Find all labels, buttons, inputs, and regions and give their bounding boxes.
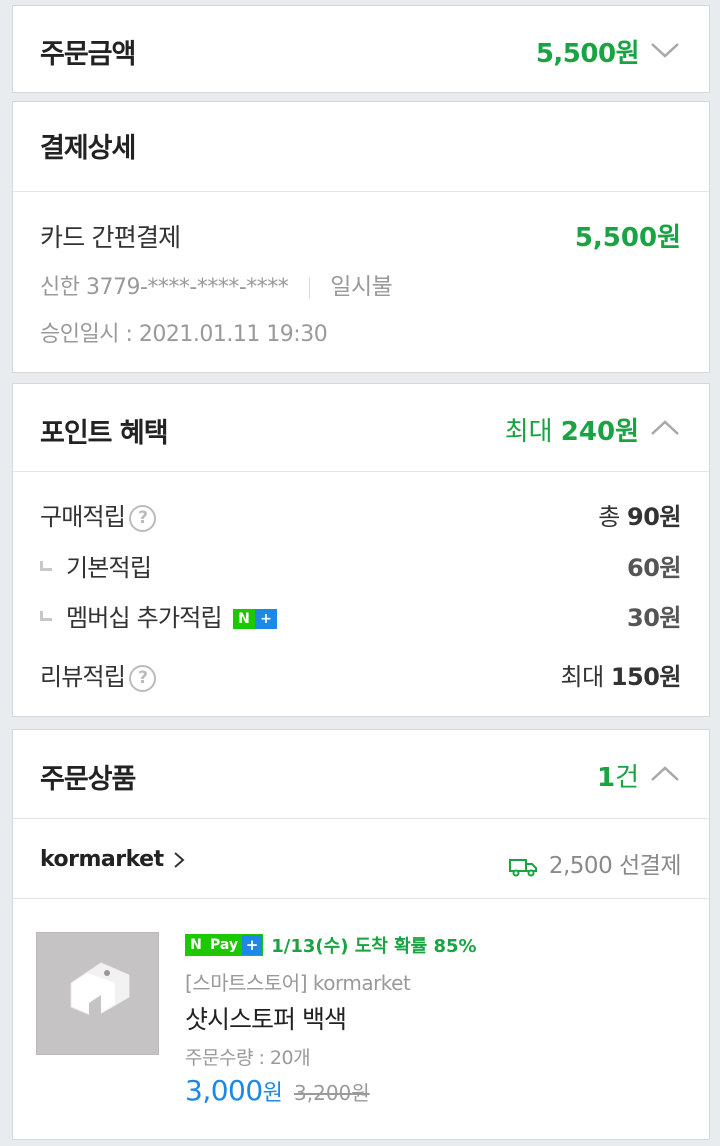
payment-amount: 5,500원 <box>574 223 681 253</box>
points-max-amount: 240원 <box>560 417 639 447</box>
npay-n: N <box>186 935 206 955</box>
membership-points-text: 멤버십 추가적립 <box>66 604 223 632</box>
help-icon[interactable]: ? <box>129 504 157 532</box>
product-price: 3,000원 3,200원 <box>185 1074 370 1107</box>
payment-detail-title: 결제상세 <box>40 133 136 164</box>
npay-plus: + <box>242 935 262 955</box>
card-info: 신한 3779-****-****-**** 일시불 <box>40 267 393 301</box>
shipping-text: 2,500 선결제 <box>548 853 682 879</box>
purchase-points-text: 구매적립 <box>40 503 126 531</box>
price-number: 3,000 <box>185 1074 263 1107</box>
review-points-label: 리뷰적립? <box>40 657 157 692</box>
basic-points-label: 기본적립 <box>40 548 152 583</box>
order-amount-value: 5,500원 <box>535 39 640 69</box>
payment-method: 카드 간편결제 <box>40 223 181 252</box>
product-quantity: 주문수량 : 20개 <box>185 1047 311 1069</box>
truck-icon <box>509 858 538 876</box>
store-link[interactable]: kormarket <box>40 847 185 872</box>
points-max: 최대 240원 <box>505 411 639 448</box>
separator <box>308 277 310 299</box>
purchase-points-amount: 90원 <box>627 503 681 531</box>
product-name[interactable]: 샷시스토퍼 백색 <box>185 1000 347 1036</box>
purchase-points-value: 총 90원 <box>598 497 681 532</box>
help-icon[interactable]: ? <box>129 664 157 692</box>
order-amount-card[interactable]: 주문금액 5,500원 <box>12 5 710 93</box>
order-products-count-unit: 건 <box>615 763 639 793</box>
original-price: 3,200원 <box>294 1081 370 1105</box>
shipping-info: 2,500 선결제 <box>508 846 682 880</box>
membership-points-label: 멤버십 추가적립 N + <box>40 598 277 633</box>
chevron-right-icon <box>174 852 185 868</box>
product-image[interactable] <box>36 932 159 1055</box>
points-max-prefix: 최대 <box>504 417 553 447</box>
chevron-up-icon[interactable] <box>650 418 680 438</box>
purchase-points-label: 구매적립? <box>40 497 157 532</box>
order-products-count-num: 1 <box>596 763 616 793</box>
approval-datetime: 승인일시 : 2021.01.11 19:30 <box>40 322 328 347</box>
order-products-title: 주문상품 <box>40 764 136 795</box>
sub-item-icon <box>40 561 52 571</box>
npay-text: Pay <box>206 935 242 955</box>
review-points-prefix: 최대 <box>560 663 605 691</box>
order-products-count: 1건 <box>597 757 639 794</box>
naver-plus-icon: N + <box>232 609 277 629</box>
review-points-amount: 150원 <box>610 663 682 691</box>
points-title: 포인트 혜택 <box>40 418 169 449</box>
card-number: 신한 3779-****-****-**** <box>40 275 289 300</box>
price-unit: 원 <box>262 1081 283 1106</box>
order-amount-title: 주문금액 <box>40 39 136 70</box>
naver-plus-plus: + <box>254 609 277 629</box>
review-points-value: 최대 150원 <box>561 657 682 692</box>
divider <box>13 898 709 899</box>
divider <box>13 191 709 192</box>
basic-points-text: 기본적립 <box>66 554 152 582</box>
installment: 일시불 <box>330 274 393 300</box>
chevron-up-icon[interactable] <box>650 764 680 784</box>
npay-arrival: N Pay + 1/13(수) 도착 확률 85% <box>185 932 477 958</box>
payment-detail-card: 결제상세 카드 간편결제 5,500원 신한 3779-****-****-**… <box>12 101 710 373</box>
order-products-card[interactable]: 주문상품 1건 kormarket 2,500 선결제 N Pay + 1/13… <box>12 729 710 1140</box>
sub-item-icon <box>40 611 52 621</box>
review-points-text: 리뷰적립 <box>40 663 126 691</box>
points-benefit-card[interactable]: 포인트 혜택 최대 240원 구매적립? 총 90원 기본적립 60원 멤버십 … <box>12 383 710 717</box>
purchase-points-prefix: 총 <box>598 503 620 531</box>
naver-plus-n: N <box>232 609 255 629</box>
basic-points-value: 60원 <box>627 554 681 582</box>
store-name: kormarket <box>40 847 164 872</box>
membership-points-value: 30원 <box>627 604 681 632</box>
product-thumbnail <box>37 933 158 1054</box>
divider <box>13 818 709 819</box>
divider <box>13 471 709 472</box>
arrival-estimate: 1/13(수) 도착 확률 85% <box>271 936 477 957</box>
npay-plus-icon: N Pay + <box>185 934 263 956</box>
chevron-down-icon[interactable] <box>650 40 680 60</box>
product-store: [스마트스토어] kormarket <box>185 971 411 995</box>
